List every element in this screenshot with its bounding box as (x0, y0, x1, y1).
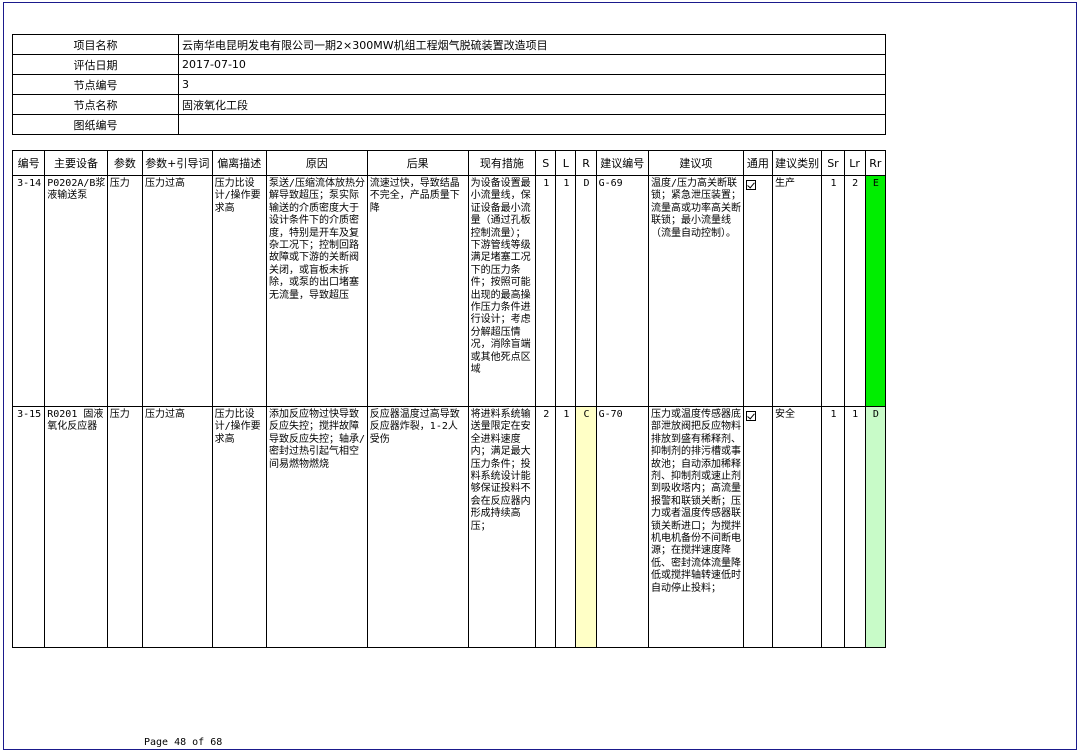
row-param: 压力 (106, 406, 144, 648)
row-rec-no: G-70 (595, 406, 650, 648)
row-category: 生产 (771, 175, 823, 407)
table-header-row: 编号 主要设备 参数 参数+引导词 偏离描述 原因 后果 现有措施 S L R … (11, 150, 887, 176)
header-equipment: 主要设备 (44, 150, 108, 176)
row-s: 1 (535, 175, 557, 407)
header-cause: 原因 (266, 150, 368, 176)
row-cause: 泵送/压缩流体放热分解导致超压；泵实际输送的介质密度大于设计条件下的介质密度，特… (266, 175, 368, 407)
row-category: 安全 (771, 406, 823, 648)
row-rec-no: G-69 (595, 175, 650, 407)
row-deviation: 压力比设计/操作要求高 (211, 406, 268, 648)
drawing-number-label: 图纸编号 (12, 114, 179, 135)
row-recommendation: 压力或温度传感器底部泄放阀把反应物料排放到盛有稀释剂、抑制剂的排污槽或事故池；自… (648, 406, 744, 648)
info-row-node-name: 节点名称 固液氧化工段 (12, 94, 886, 115)
info-row-node-number: 节点编号 3 (12, 74, 886, 95)
header-r: R (575, 150, 597, 176)
project-info-table: 项目名称 云南华电昆明发电有限公司一期2×300MW机组工程烟气脱硫装置改造项目… (12, 34, 886, 135)
node-number-label: 节点编号 (12, 74, 179, 95)
header-category: 建议类别 (771, 150, 823, 176)
row-guideword: 压力过高 (142, 175, 213, 407)
general-checkbox[interactable] (745, 180, 756, 190)
header-rr: Rr (864, 150, 887, 176)
header-consequence: 后果 (366, 150, 469, 176)
info-row-eval-date: 评估日期 2017-07-10 (12, 54, 886, 75)
node-number-value: 3 (178, 74, 886, 95)
row-equipment: R0201 固液氧化反应器 (44, 406, 108, 648)
project-name-value: 云南华电昆明发电有限公司一期2×300MW机组工程烟气脱硫装置改造项目 (178, 34, 886, 55)
row-s: 2 (535, 406, 557, 648)
header-measures: 现有措施 (467, 150, 537, 176)
row-no: 3-15 (11, 406, 46, 648)
hazop-table: 编号 主要设备 参数 参数+引导词 偏离描述 原因 后果 现有措施 S L R … (11, 150, 887, 648)
row-general (742, 406, 773, 648)
row-param: 压力 (106, 175, 144, 407)
header-guideword: 参数+引导词 (142, 150, 213, 176)
eval-date-label: 评估日期 (12, 54, 179, 75)
table-row: 3-15 R0201 固液氧化反应器 压力 压力过高 压力比设计/操作要求高 添… (11, 406, 887, 648)
row-deviation: 压力比设计/操作要求高 (211, 175, 268, 407)
row-lr: 1 (843, 406, 866, 648)
header-no: 编号 (11, 150, 46, 176)
row-consequence: 反应器温度过高导致反应器炸裂，1-2人受伤 (366, 406, 469, 648)
project-name-label: 项目名称 (12, 34, 179, 55)
page-footer: Page 48 of 68 (144, 737, 223, 748)
row-consequence: 流速过快，导致结晶不完全，产品质量下降 (366, 175, 469, 407)
header-param: 参数 (106, 150, 144, 176)
header-s: S (535, 150, 557, 176)
row-measures: 为设备设置最小流量线，保证设备最小流量（通过孔板控制流量）；下游管线等级满足堵塞… (467, 175, 537, 407)
row-equipment: P0202A/B浆液输送泵 (44, 175, 108, 407)
table-row: 3-14 P0202A/B浆液输送泵 压力 压力过高 压力比设计/操作要求高 泵… (11, 175, 887, 407)
row-lr: 2 (843, 175, 866, 407)
info-row-project-name: 项目名称 云南华电昆明发电有限公司一期2×300MW机组工程烟气脱硫装置改造项目 (12, 34, 886, 55)
row-general (742, 175, 773, 407)
header-general: 通用 (742, 150, 773, 176)
row-sr: 1 (821, 175, 845, 407)
header-l: L (555, 150, 577, 176)
row-l: 1 (555, 175, 577, 407)
drawing-number-value (178, 114, 886, 135)
row-no: 3-14 (11, 175, 46, 407)
row-recommendation: 温度/压力高关断联锁；紧急泄压装置；流量高或功率高关断联锁；最小流量线（流量自动… (648, 175, 744, 407)
header-lr: Lr (843, 150, 866, 176)
header-recommendation: 建议项 (648, 150, 744, 176)
row-r: D (575, 175, 597, 407)
eval-date-value: 2017-07-10 (178, 54, 886, 75)
row-l: 1 (555, 406, 577, 648)
row-guideword: 压力过高 (142, 406, 213, 648)
row-r: C (575, 406, 597, 648)
row-rr: E (864, 175, 887, 407)
row-cause: 添加反应物过快导致反应失控；搅拌故障导致反应失控；轴承/密封过热引起气相空间易燃… (266, 406, 368, 648)
row-rr: D (864, 406, 887, 648)
row-sr: 1 (821, 406, 845, 648)
node-name-value: 固液氧化工段 (178, 94, 886, 115)
general-checkbox[interactable] (745, 411, 756, 421)
header-rec-no: 建议编号 (595, 150, 650, 176)
header-sr: Sr (821, 150, 845, 176)
row-measures: 将进料系统输送量限定在安全进料速度内；满足最大压力条件；投料系统设计能够保证投料… (467, 406, 537, 648)
info-row-drawing-number: 图纸编号 (12, 114, 886, 135)
node-name-label: 节点名称 (12, 94, 179, 115)
header-deviation: 偏离描述 (211, 150, 268, 176)
